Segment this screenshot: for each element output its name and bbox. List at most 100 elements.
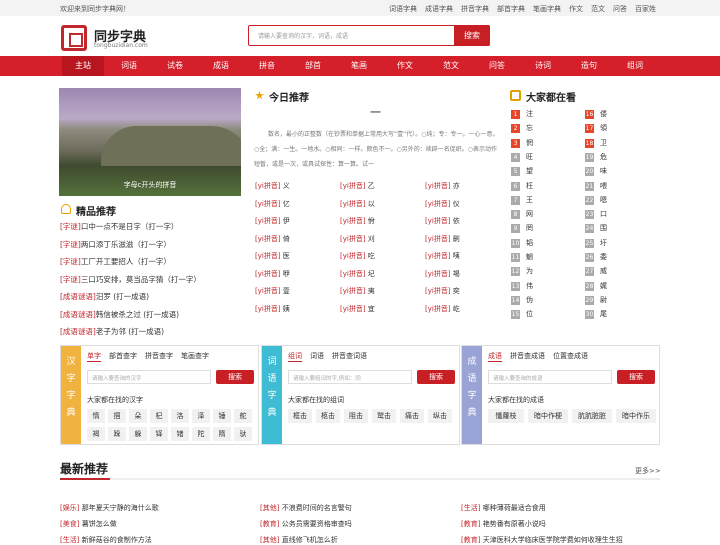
news-item[interactable]: [教育] 公务员需要资格审查吗 [260,519,352,529]
hot-char[interactable]: 伪 [526,295,533,305]
tab-group-words[interactable]: 组词 [288,351,302,362]
hot-char[interactable]: 罔 [526,223,533,233]
hanzi-search-input[interactable]: 请输入要查询的汉字 [87,370,211,384]
chip[interactable]: 舵 [234,409,252,423]
nav-item-qa[interactable]: 问答 [476,56,518,76]
chip[interactable]: 铎 [150,427,168,441]
hot-char[interactable]: 魍 [526,252,533,262]
hot-char[interactable]: 圩 [600,238,607,248]
search-button[interactable]: 搜索 [454,25,490,46]
hot-char[interactable]: 望 [526,166,533,176]
news-item[interactable]: [娱乐] 那年夏天宁静的海什么歌 [60,503,159,513]
chip[interactable]: 暗中作梗 [528,409,568,423]
nav-item-home[interactable]: 主站 [62,56,104,76]
chip[interactable]: 泽 [192,409,210,423]
tab-single-char[interactable]: 单字 [87,351,101,362]
hot-char[interactable]: 威 [600,266,607,276]
chip[interactable]: 框击 [288,409,312,423]
pinyin-item[interactable]: [yi拼音] 咿 [255,266,335,284]
chip[interactable]: 纵击 [428,409,452,423]
ciyu-search-button[interactable]: 搜索 [417,370,455,384]
tab-pinyin[interactable]: 拼音查字 [145,351,173,362]
logo-icon[interactable] [61,25,87,51]
hot-char[interactable]: 尾 [600,309,607,319]
nav-item-strokes[interactable]: 笔画 [338,56,380,76]
pinyin-item[interactable]: [yi拼音] 医 [255,248,335,266]
pinyin-item[interactable]: [yi拼音] 仪 [425,196,505,214]
hot-char[interactable]: 注 [526,109,533,119]
news-item[interactable]: [其他] 不浪费时间的名言警句 [260,503,352,513]
pinyin-item[interactable]: [yi拼音] 埸 [425,266,505,284]
hot-char[interactable]: 嗯 [600,195,607,205]
list-item[interactable]: [字谜]三口巧安排，莫当品字猜（打一字） [60,271,250,289]
pinyin-item[interactable]: [yi拼音] 吃 [340,248,420,266]
pinyin-item[interactable]: [yi拼音] 亦 [425,178,505,196]
chip[interactable]: 懺蘿枝 [488,409,524,423]
news-item[interactable]: [教育] 艳势番有原著小说吗 [461,519,546,529]
tab-idiom[interactable]: 成语 [488,351,502,362]
top-link-qa[interactable]: 问答 [613,4,627,14]
pinyin-item[interactable]: [yi拼音] 壹 [255,283,335,301]
chip[interactable]: 阻击 [344,409,368,423]
hot-char[interactable]: 喂 [600,181,607,191]
tab-pinyin-words[interactable]: 拼音查词语 [332,351,367,362]
news-item[interactable]: [教育] 天津医科大学临床医学院学费如何收理生生招 [461,535,623,545]
hot-char[interactable]: 网 [526,209,533,219]
top-link-radicals[interactable]: 部首字典 [497,4,525,14]
news-item[interactable]: [其他] 直线修飞机怎么折 [260,535,338,545]
nav-item-group[interactable]: 组词 [614,56,656,76]
chip[interactable]: 躲 [129,427,147,441]
chip[interactable]: 惰 [87,409,105,423]
chip[interactable]: 隋 [213,427,231,441]
nav-item-sample[interactable]: 范文 [430,56,472,76]
chip[interactable]: 暗中作乐 [616,409,656,423]
chip[interactable]: 掴 [108,409,126,423]
top-link-idioms[interactable]: 成语字典 [425,4,453,14]
tab-words[interactable]: 词语 [310,351,324,362]
hot-char[interactable]: 伟 [526,281,533,291]
pinyin-item[interactable]: [yi拼音] 依 [425,213,505,231]
list-item[interactable]: [成语谜语]汨罗 (打一成语) [60,288,250,306]
hot-char[interactable]: 口 [600,209,607,219]
chip[interactable]: 陀 [192,427,210,441]
pinyin-item[interactable]: [yi拼音] 圮 [340,266,420,284]
list-item[interactable]: [字谜]两口添丁乐滋滋（打一字） [60,236,250,254]
top-link-words[interactable]: 词语字典 [389,4,417,14]
hot-char[interactable]: 委 [600,252,607,262]
top-link-strokes[interactable]: 笔画字典 [533,4,561,14]
pinyin-item[interactable]: [yi拼音] 乙 [340,178,420,196]
hot-char[interactable]: 位 [526,309,533,319]
top-link-essay[interactable]: 作文 [569,4,583,14]
list-item[interactable]: [成语谜语]老子为邻 (打一成语) [60,323,250,341]
hot-char[interactable]: 枉 [526,181,533,191]
hot-char[interactable]: 旺 [526,152,533,162]
chip[interactable]: 痛击 [400,409,424,423]
pinyin-item[interactable]: [yi拼音] 夷 [340,283,420,301]
chengyu-search-button[interactable]: 搜索 [617,370,655,384]
hot-char[interactable]: 味 [600,166,607,176]
chip[interactable]: 跺 [108,427,126,441]
chip[interactable]: 鹫击 [372,409,396,423]
chip[interactable]: 锤 [213,409,231,423]
today-char[interactable]: 一 [370,104,381,120]
hot-char[interactable]: 尉 [600,295,607,305]
tab-pinyin-idiom[interactable]: 拼音查成语 [510,351,545,362]
pinyin-item[interactable]: [yi拼音] 奕 [425,283,505,301]
hot-char[interactable]: 娓 [600,281,607,291]
chip[interactable]: 洛 [171,409,189,423]
top-link-sample[interactable]: 范文 [591,4,605,14]
hot-char[interactable]: 王 [526,195,533,205]
pinyin-item[interactable]: [yi拼音] 咦 [425,248,505,266]
nav-item-words[interactable]: 词语 [108,56,150,76]
list-item[interactable]: [成语谜语]韩信被杀之过 (打一成语) [60,306,250,324]
chip[interactable]: 杞 [150,409,168,423]
top-link-surnames[interactable]: 百家姓 [635,4,656,14]
pinyin-item[interactable]: [yi拼音] 刈 [340,231,420,249]
pinyin-item[interactable]: [yi拼音] 屹 [425,301,505,319]
tab-radical[interactable]: 部首查字 [109,351,137,362]
ciyu-search-input[interactable]: 请输入要组词的字,例如：同 [288,370,412,384]
pinyin-item[interactable]: [yi拼音] 义 [255,178,335,196]
nav-item-pinyin[interactable]: 拼音 [246,56,288,76]
list-item[interactable]: [字谜]工厂开工要招人（打一字） [60,253,250,271]
pinyin-item[interactable]: [yi拼音] 亿 [255,196,335,214]
